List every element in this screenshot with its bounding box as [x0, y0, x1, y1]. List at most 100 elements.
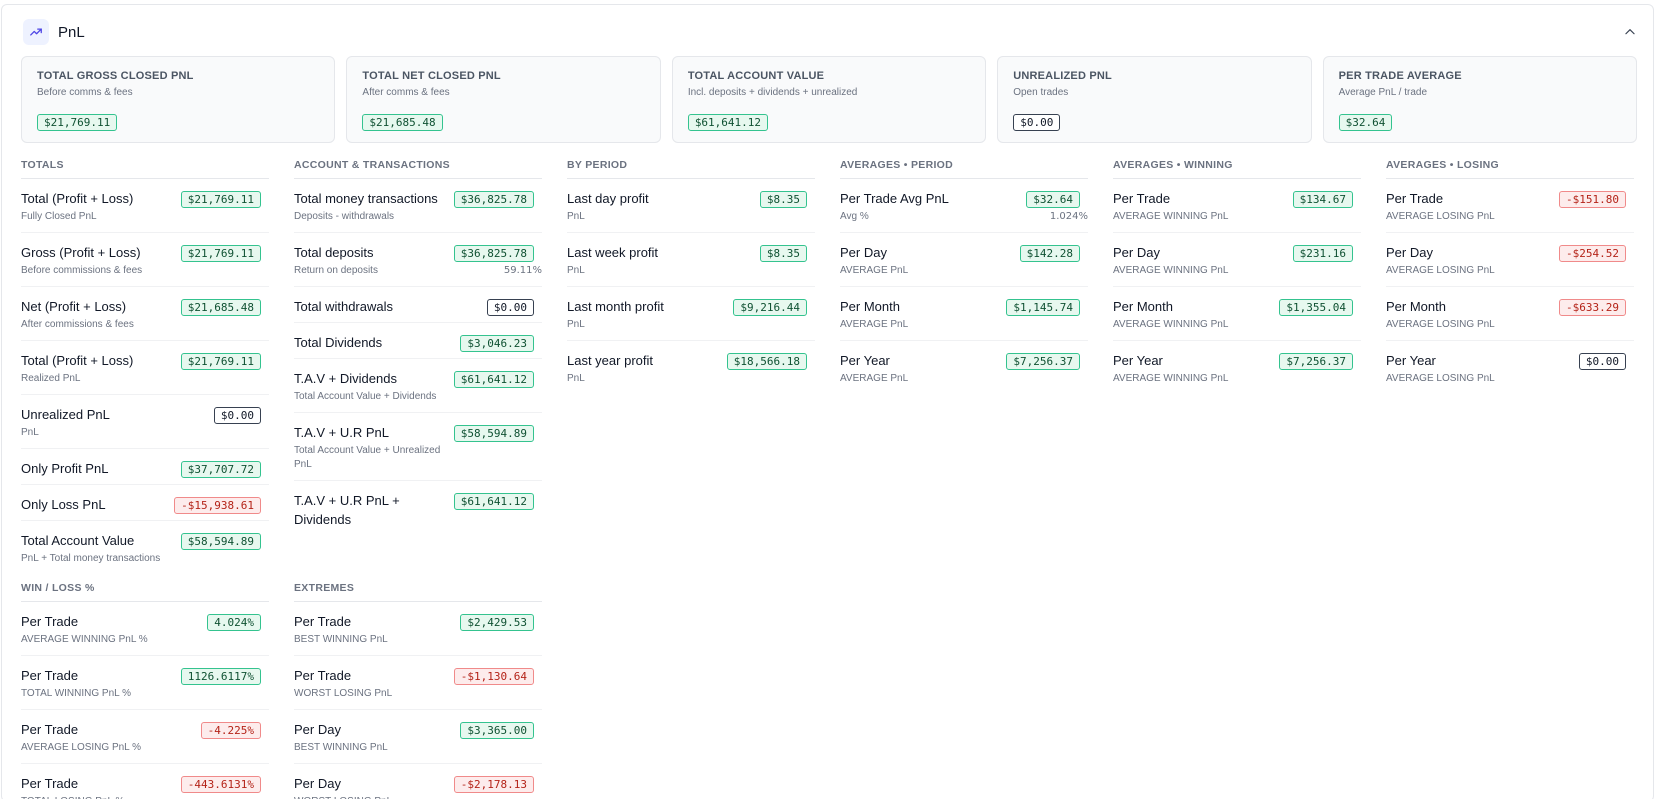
metric-row: Per Trade TOTAL WINNING PnL % 1126.6117% — [21, 656, 269, 710]
metric-sublabel: Total Account Value + Unrealized PnL — [294, 445, 441, 470]
card-title: TOTAL NET CLOSED PNL — [362, 70, 501, 82]
metric-row: Per Year AVERAGE PnL $7,256.37 — [840, 341, 1088, 394]
metric-sublabel: BEST WINNING PnL — [294, 634, 388, 645]
metric-label: Per Trade — [21, 668, 79, 683]
metric-value-badge: $2,429.53 — [460, 614, 534, 631]
metric-row: Only Loss PnL -$15,938.61 — [21, 485, 269, 521]
metric-row: Per Month AVERAGE WINNING PnL $1,355.04 — [1113, 287, 1361, 341]
metric-row: Last month profit PnL $9,216.44 — [567, 287, 815, 341]
card-title: UNREALIZED PNL — [1013, 70, 1112, 82]
section-title: AVERAGES • WINNING — [1113, 159, 1361, 179]
card-subtitle: Before comms & fees — [37, 87, 133, 98]
metric-label: Per Trade — [21, 776, 79, 791]
metric-row: Per Day AVERAGE WINNING PnL $231.16 — [1113, 233, 1361, 287]
metric-value-badge: $8.35 — [759, 245, 807, 262]
metric-value-badge: $21,769.11 — [180, 353, 261, 370]
metric-label: Per Month — [1113, 299, 1173, 314]
metric-value-badge: $61,641.12 — [453, 371, 534, 388]
metric-value-badge: $61,641.12 — [453, 493, 534, 510]
metric-label: Only Profit PnL — [21, 461, 109, 476]
section-win-loss: WIN / LOSS % Per Trade AVERAGE WINNING Pn… — [21, 582, 269, 799]
summary-card-unrealized: UNREALIZED PNL Open trades $0.00 — [997, 56, 1312, 143]
metric-value-badge: $36,825.78 — [453, 191, 534, 208]
card-subtitle: After comms & fees — [362, 87, 450, 98]
metric-row: Total withdrawals $0.00 — [294, 287, 542, 323]
metric-row: Total (Profit + Loss) Realized PnL $21,769… — [21, 341, 269, 395]
metric-row: Per Trade AVERAGE LOSING PnL % -4.225% — [21, 710, 269, 764]
metric-sublabel: PnL — [567, 265, 585, 276]
metric-label: T.A.V + U.R PnL — [294, 425, 390, 440]
metric-label: Per Day — [1386, 245, 1433, 260]
metric-value-badge: $37,707.72 — [180, 461, 261, 478]
metric-label: Total Account Value — [21, 533, 135, 548]
metric-row: Per Trade BEST WINNING PnL $2,429.53 — [294, 602, 542, 656]
metric-label: Per Month — [840, 299, 900, 314]
summary-card-per-trade: PER TRADE AVERAGE Average PnL / trade $3… — [1322, 56, 1638, 143]
metric-value-badge: -4.225% — [200, 722, 261, 739]
card-value-badge: $0.00 — [1013, 114, 1061, 131]
summary-card-net: TOTAL NET CLOSED PNL After comms & fees … — [346, 56, 661, 143]
metric-value-badge: $134.67 — [1292, 191, 1353, 208]
metric-value-badge: $21,769.11 — [180, 245, 261, 262]
metric-row: Per Month AVERAGE PnL $1,145.74 — [840, 287, 1088, 341]
section-rows: Per Trade Avg PnL Avg % $32.64 1.024% Per Da… — [840, 179, 1088, 394]
metric-label: Per Day — [840, 245, 887, 260]
card-value-badge: $21,685.48 — [362, 114, 443, 131]
metric-value-badge: $21,769.11 — [180, 191, 261, 208]
metric-sublabel: AVERAGE WINNING PnL — [1113, 319, 1229, 330]
metric-sublabel: TOTAL WINNING PnL % — [21, 688, 132, 699]
metric-value-badge: $231.16 — [1292, 245, 1353, 262]
metric-label: Per Year — [840, 353, 890, 368]
metric-label: Per Trade — [1386, 191, 1444, 206]
section-averages-winning: AVERAGES • WINNING Per Trade AVERAGE WINN… — [1113, 159, 1361, 394]
metric-label: Last year profit — [567, 353, 653, 368]
metric-label: Last month profit — [567, 299, 664, 314]
chevron-up-icon[interactable] — [1621, 23, 1639, 41]
metric-row: Unrealized PnL PnL $0.00 — [21, 395, 269, 449]
metric-value-badge: $3,365.00 — [460, 722, 534, 739]
metric-value-badge: $1,355.04 — [1279, 299, 1353, 316]
section-rows: Total money transactions Deposits - withd… — [294, 179, 542, 535]
metric-sublabel: Deposits - withdrawals — [294, 211, 395, 222]
section-account-transactions: ACCOUNT & TRANSACTIONS Total money trans… — [294, 159, 542, 535]
metric-row: Total Account Value PnL + Total money tra… — [21, 521, 269, 574]
metric-row: Net (Profit + Loss) After commissions & f… — [21, 287, 269, 341]
metric-label: Per Trade — [1113, 191, 1171, 206]
metric-label: Total deposits — [294, 245, 374, 260]
metric-row: Per Day WORST LOSING PnL -$2,178.13 — [294, 764, 542, 799]
metric-label: Per Year — [1113, 353, 1163, 368]
metric-sublabel: AVERAGE WINNING PnL — [1113, 265, 1229, 276]
metric-row: Per Trade WORST LOSING PnL -$1,130.64 — [294, 656, 542, 710]
metric-sublabel: Avg % — [840, 211, 869, 222]
metric-row: Total Dividends $3,046.23 — [294, 323, 542, 359]
metric-label: Per Day — [294, 776, 341, 791]
metric-sublabel: Fully Closed PnL — [21, 211, 97, 222]
metric-label: Net (Profit + Loss) — [21, 299, 127, 314]
metric-sublabel: AVERAGE PnL — [840, 265, 909, 276]
card-value-badge: $21,769.11 — [37, 114, 118, 131]
card-subtitle: Open trades — [1013, 87, 1069, 98]
section-rows: Per Trade BEST WINNING PnL $2,429.53 Per Tr… — [294, 602, 542, 799]
metric-row: Total money transactions Deposits - withd… — [294, 179, 542, 233]
metric-value-badge: -443.6131% — [180, 776, 261, 793]
metric-sublabel: TOTAL LOSING PnL % — [21, 795, 171, 799]
metric-sublabel: AVERAGE WINNING PnL — [1113, 373, 1229, 384]
metric-sublabel: Total Account Value + Dividends — [294, 391, 437, 402]
metric-sublabel: BEST WINNING PnL — [294, 742, 388, 753]
metric-label: Per Trade — [21, 722, 79, 737]
metric-sublabel: PnL + Total money transactions — [21, 553, 161, 564]
metric-value-badge: $1,145.74 — [1006, 299, 1080, 316]
metric-row: Last day profit PnL $8.35 — [567, 179, 815, 233]
metric-row: Per Day AVERAGE PnL $142.28 — [840, 233, 1088, 287]
metric-sublabel: AVERAGE WINNING PnL % — [21, 634, 148, 645]
section-extremes: EXTREMES Per Trade BEST WINNING PnL $2,429… — [294, 582, 542, 799]
metric-value-badge: -$15,938.61 — [174, 497, 261, 514]
metric-label: Unrealized PnL — [21, 407, 110, 422]
section-rows: Per Trade AVERAGE WINNING PnL $134.67 Per D… — [1113, 179, 1361, 394]
metric-sublabel: PnL — [567, 319, 585, 330]
section-title: AVERAGES • PERIOD — [840, 159, 1088, 179]
section-rows: Per Trade AVERAGE LOSING PnL -$151.80 Per D… — [1386, 179, 1634, 394]
card-subtitle: Incl. deposits + dividends + unrealized — [687, 87, 858, 98]
metric-row: Per Day AVERAGE LOSING PnL -$254.52 — [1386, 233, 1634, 287]
card-title: TOTAL GROSS CLOSED PNL — [37, 70, 194, 82]
